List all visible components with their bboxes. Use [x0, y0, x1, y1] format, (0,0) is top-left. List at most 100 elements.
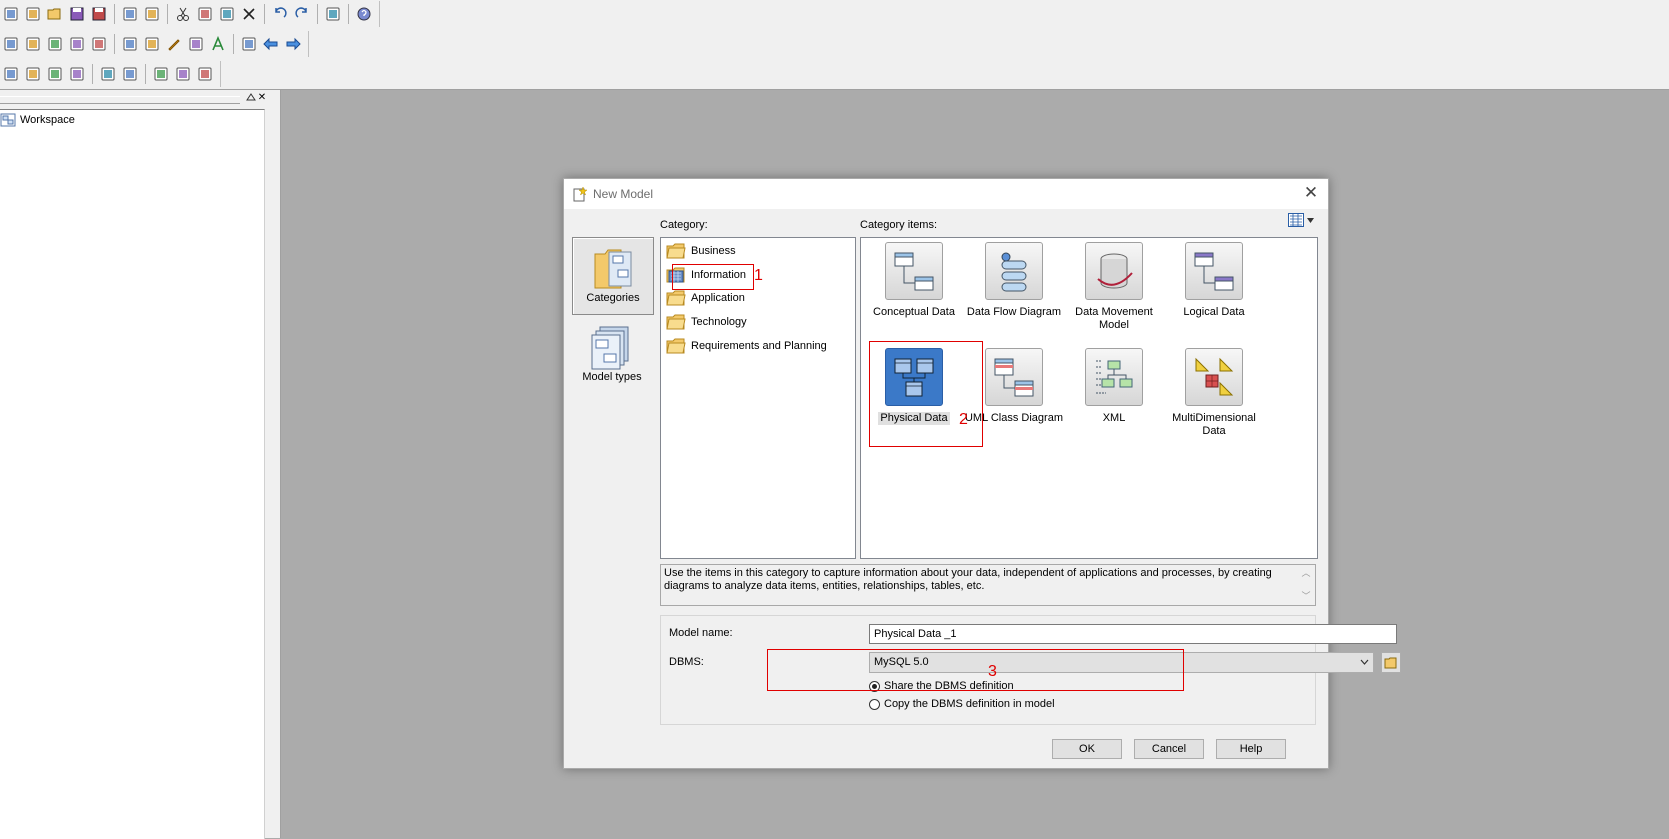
category-item-label: Requirements and Planning	[691, 340, 827, 352]
print-button[interactable]	[143, 5, 161, 23]
model-types-view-button[interactable]: Model types	[572, 325, 652, 391]
dbms-browse-button[interactable]	[1381, 652, 1401, 673]
delete-button[interactable]	[240, 5, 258, 23]
cut-button[interactable]	[174, 5, 192, 23]
display-button[interactable]	[174, 65, 192, 83]
package-icon	[26, 37, 40, 51]
dialog-title-bar: New Model ✕	[564, 179, 1328, 209]
dialog-close-button[interactable]: ✕	[1302, 184, 1320, 202]
find-button[interactable]	[46, 35, 64, 53]
annotation-number-2: 2	[959, 411, 968, 428]
toolbar-row-standard	[0, 1, 380, 27]
symbol2-icon	[123, 67, 137, 81]
browser-pane: ✕ Workspace	[0, 90, 266, 839]
forward-button[interactable]	[284, 35, 302, 53]
item-xml[interactable]: XML	[1064, 348, 1164, 425]
print-preview-button[interactable]	[121, 5, 139, 23]
xml-icon	[1085, 348, 1143, 406]
shadow-button[interactable]	[121, 35, 139, 53]
pane-grip[interactable]	[0, 96, 240, 104]
new-button[interactable]	[2, 5, 20, 23]
copy-dbms-radio[interactable]: Copy the DBMS definition in model	[869, 698, 1055, 710]
font-button[interactable]	[209, 35, 227, 53]
import-button[interactable]	[240, 35, 258, 53]
pane-splitter[interactable]	[266, 90, 281, 838]
diagram2-icon	[26, 67, 40, 81]
help-button[interactable]	[355, 5, 373, 23]
symbol2-button[interactable]	[121, 65, 139, 83]
zoom-button[interactable]	[152, 65, 170, 83]
category-item-business[interactable]: Business	[666, 240, 736, 262]
workspace-tree[interactable]: Workspace	[0, 109, 265, 839]
page2-button[interactable]	[68, 65, 86, 83]
item-data-movement-model[interactable]: Data Movement Model	[1064, 242, 1164, 332]
data-flow-icon	[985, 242, 1043, 300]
cancel-button[interactable]: Cancel	[1134, 739, 1204, 759]
categories-label: Categories	[586, 292, 640, 304]
annotation-box-1	[672, 264, 754, 290]
item-logical-data[interactable]: Logical Data	[1164, 242, 1264, 319]
category-item-application[interactable]: Application	[666, 287, 745, 309]
refresh-icon	[70, 37, 84, 51]
import-icon	[242, 37, 256, 51]
scroll-up-icon[interactable]: ︿	[1301, 567, 1310, 580]
model-name-input[interactable]	[869, 624, 1397, 644]
paste-button[interactable]	[218, 5, 236, 23]
description-scrollbar[interactable]: ︿ ﹀	[1299, 567, 1313, 603]
page-button[interactable]	[46, 65, 64, 83]
layout-button[interactable]	[196, 65, 214, 83]
grid-button[interactable]	[143, 35, 161, 53]
tree-item-workspace[interactable]: Workspace	[0, 113, 75, 127]
toolbar-end	[379, 1, 380, 27]
categories-view-button[interactable]: Categories	[572, 237, 654, 315]
category-items-label: Category items:	[860, 219, 938, 231]
triangle-up-icon	[246, 93, 256, 101]
back-button[interactable]	[262, 35, 280, 53]
toolbar-separator	[167, 4, 168, 24]
multidimensional-icon	[1185, 348, 1243, 406]
save-button[interactable]	[68, 5, 86, 23]
open-package-button[interactable]	[24, 5, 42, 23]
category-item-label: Application	[691, 292, 745, 304]
help-button[interactable]: Help	[1216, 739, 1286, 759]
ok-button[interactable]: OK	[1052, 739, 1122, 759]
check-model-button[interactable]	[90, 35, 108, 53]
chevron-down-icon	[1360, 659, 1369, 665]
refresh-button[interactable]	[68, 35, 86, 53]
save-all-icon	[92, 7, 106, 21]
symbol-button[interactable]	[99, 65, 117, 83]
browser-pane-header: ✕	[0, 92, 266, 106]
pen-button[interactable]	[165, 35, 183, 53]
item-conceptual-data[interactable]: Conceptual Data	[864, 242, 964, 319]
item-multidimensional-data[interactable]: MultiDimensional Data	[1164, 348, 1264, 438]
category-item-technology[interactable]: Technology	[666, 311, 747, 333]
toolbar-row-diagram	[0, 61, 221, 87]
package-button[interactable]	[24, 35, 42, 53]
toolbar-separator	[233, 34, 234, 54]
open-button[interactable]	[46, 5, 64, 23]
new-icon	[4, 7, 18, 21]
redo-button[interactable]	[293, 5, 311, 23]
conceptual-data-icon	[885, 242, 943, 300]
undo-button[interactable]	[271, 5, 289, 23]
folder-icon	[666, 338, 686, 354]
model-button[interactable]	[2, 35, 20, 53]
help-icon	[357, 7, 371, 21]
dbms-label: DBMS:	[669, 656, 704, 668]
save-all-button[interactable]	[90, 5, 108, 23]
display-icon	[176, 67, 190, 81]
paste-icon	[220, 7, 234, 21]
copy-button[interactable]	[196, 5, 214, 23]
diagram2-button[interactable]	[24, 65, 42, 83]
view-mode-button[interactable]	[1288, 213, 1314, 227]
category-item-requirements[interactable]: Requirements and Planning	[666, 335, 827, 357]
properties-button[interactable]	[324, 5, 342, 23]
diagram-button[interactable]	[2, 65, 20, 83]
layout-icon	[198, 67, 212, 81]
folder-icon	[666, 243, 686, 259]
item-data-flow-diagram[interactable]: Data Flow Diagram	[964, 242, 1064, 319]
scroll-down-icon[interactable]: ﹀	[1301, 590, 1310, 603]
fill-button[interactable]	[187, 35, 205, 53]
symbol-icon	[101, 67, 115, 81]
model-types-icon	[591, 326, 629, 370]
